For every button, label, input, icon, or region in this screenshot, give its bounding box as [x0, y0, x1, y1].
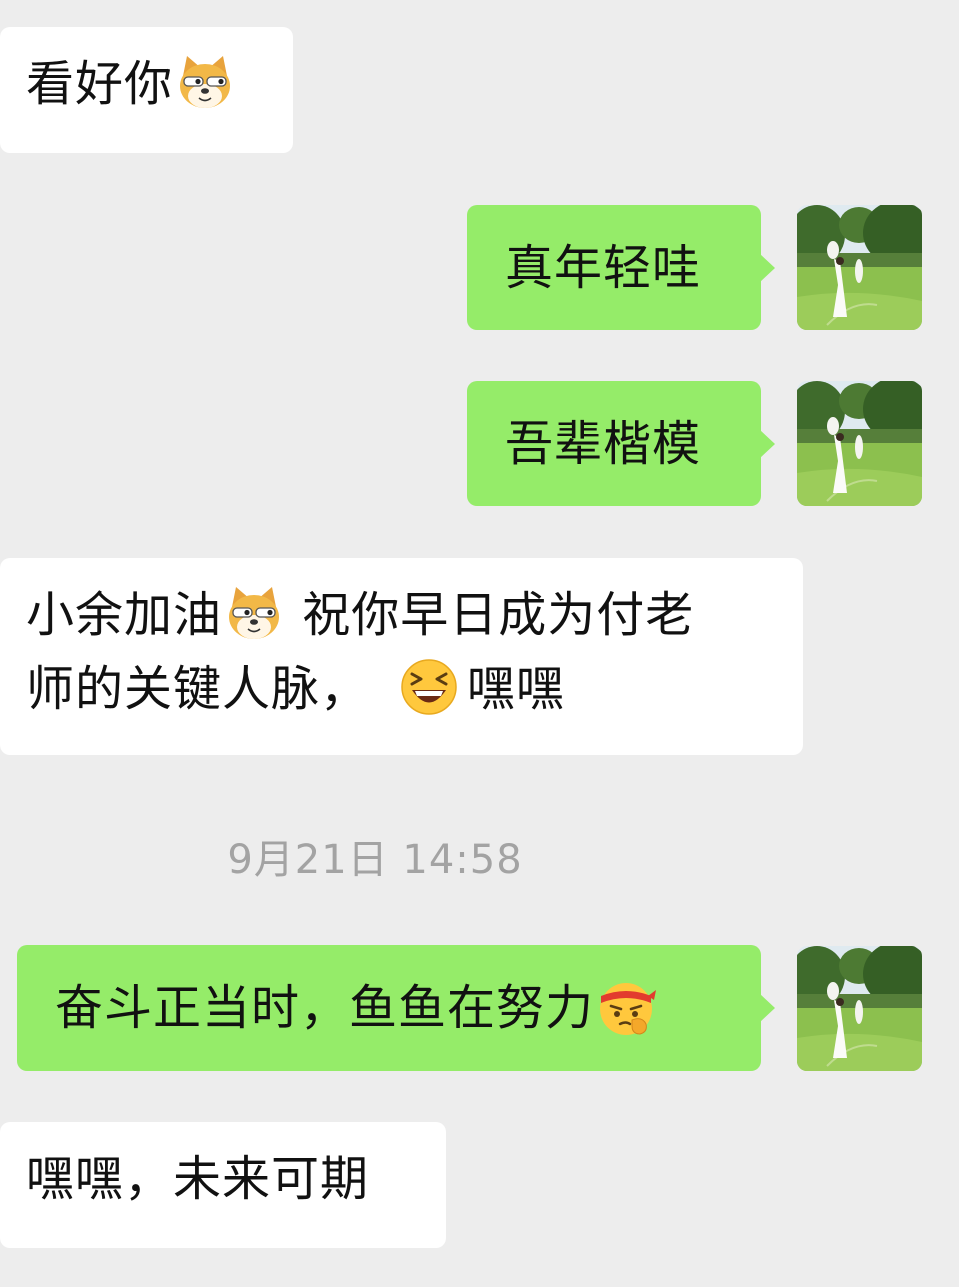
- message-text: 真年轻哇: [505, 239, 702, 296]
- determined-face-icon: [596, 978, 657, 1038]
- avatar-photo-icon[interactable]: [797, 946, 922, 1071]
- message-text: 吾辈楷模: [505, 415, 702, 472]
- message-text: 小余加油: [26, 587, 223, 643]
- message-text: 奋斗正当时，鱼鱼在努力: [55, 980, 595, 1036]
- message-text: 师的关键人脉，: [26, 661, 370, 717]
- outgoing-message[interactable]: 吾辈楷模: [467, 381, 775, 506]
- incoming-message[interactable]: 看好你: [0, 27, 293, 153]
- message-text: 看好你: [26, 56, 174, 112]
- incoming-message[interactable]: 嘿嘿，未来可期: [0, 1122, 446, 1248]
- avatar-photo-icon[interactable]: [797, 381, 922, 506]
- message-text: 嘿嘿，未来可期: [26, 1151, 370, 1207]
- outgoing-message[interactable]: 真年轻哇: [467, 205, 775, 330]
- message-text: 祝你早日成为付老: [286, 587, 695, 643]
- outgoing-message[interactable]: 奋斗正当时，鱼鱼在努力: [17, 945, 775, 1071]
- laughing-face-icon: [399, 657, 459, 717]
- avatar-photo-icon[interactable]: [797, 205, 922, 330]
- doge-face-icon: [175, 52, 235, 112]
- message-text: 嘿嘿: [467, 661, 566, 717]
- timestamp: 9月21日 14:58: [227, 837, 523, 883]
- incoming-message[interactable]: 小余加油 祝你早日成为付老 师的关键人脉， 嘿嘿: [0, 558, 803, 755]
- doge-face-icon: [224, 583, 284, 643]
